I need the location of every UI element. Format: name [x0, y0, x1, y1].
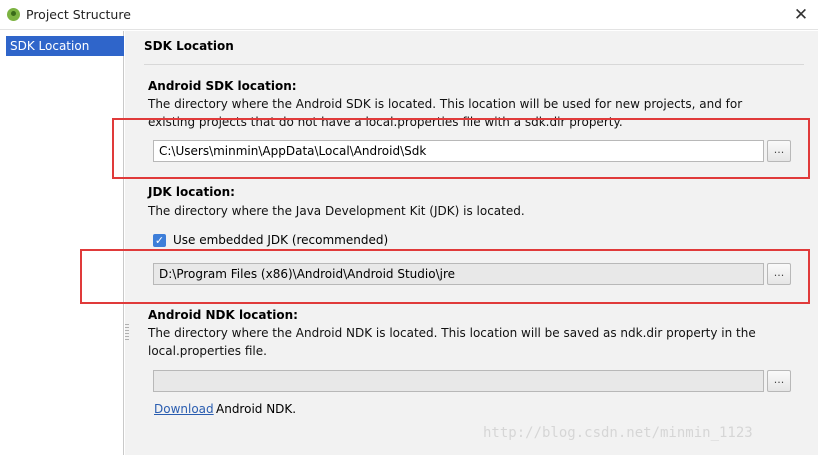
- title-bar: Project Structure ✕: [0, 0, 818, 30]
- jdk-description: The directory where the Java Development…: [148, 204, 525, 218]
- sidebar-item-sdk-location[interactable]: SDK Location: [6, 36, 124, 56]
- annotation-box-sdk: [112, 118, 810, 179]
- ndk-browse-button[interactable]: ...: [767, 370, 791, 392]
- use-embedded-jdk-checkbox[interactable]: ✓: [153, 234, 166, 247]
- divider: [144, 64, 804, 65]
- ndk-heading: Android NDK location:: [148, 308, 298, 322]
- ndk-path-field[interactable]: [153, 370, 764, 392]
- download-ndk-suffix: Android NDK.: [216, 402, 297, 416]
- watermark: http://blog.csdn.net/minmin_1123: [483, 425, 753, 441]
- sidebar: SDK Location: [0, 31, 124, 455]
- download-ndk-link[interactable]: Download: [154, 402, 214, 416]
- jdk-heading: JDK location:: [148, 185, 235, 199]
- annotation-box-jdk: [80, 249, 810, 304]
- ndk-description: The directory where the Android NDK is l…: [148, 326, 756, 358]
- main-panel: SDK Location Android SDK location: The d…: [125, 31, 818, 455]
- page-title: SDK Location: [144, 39, 234, 53]
- android-studio-icon: [7, 8, 20, 21]
- sdk-heading: Android SDK location:: [148, 79, 297, 93]
- window-title: Project Structure: [26, 7, 131, 22]
- splitter-grip[interactable]: [125, 324, 129, 342]
- use-embedded-jdk-label[interactable]: Use embedded JDK (recommended): [173, 233, 388, 247]
- close-icon[interactable]: ✕: [790, 4, 812, 26]
